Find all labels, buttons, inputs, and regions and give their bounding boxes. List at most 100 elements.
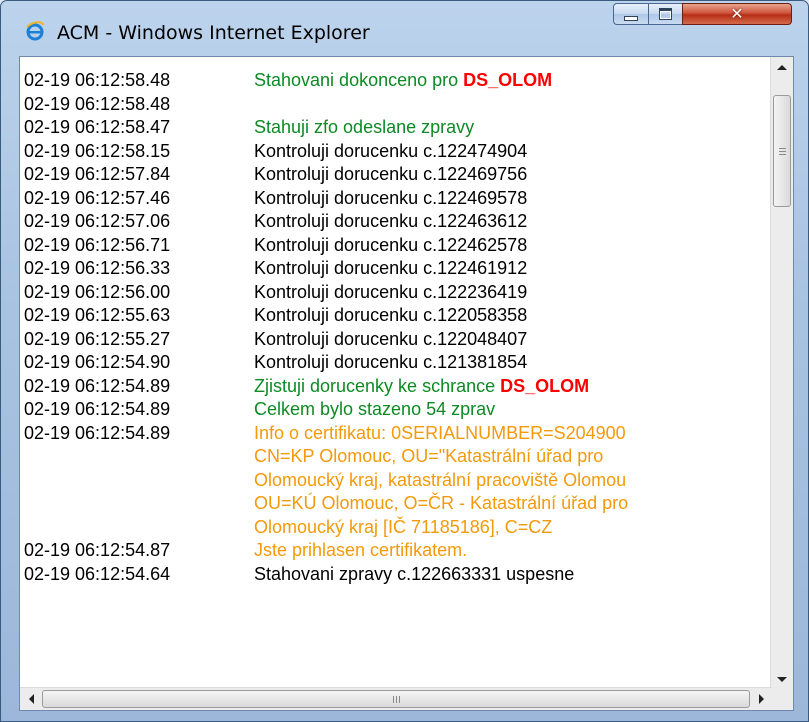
log-message: Kontroluji dorucenku c.122058358 bbox=[254, 304, 628, 328]
log-timestamp: 02-19 06:12:54.89 bbox=[24, 422, 171, 443]
log-message: Stahovani zpravy c.122663331 uspesne bbox=[254, 563, 628, 587]
log-message-text: Kontroluji dorucenku c.122462578 bbox=[254, 234, 528, 255]
log-row: 02-19 06:12:58.48 bbox=[24, 93, 628, 117]
maximize-icon bbox=[659, 8, 672, 20]
horizontal-scroll-thumb[interactable] bbox=[42, 690, 750, 708]
log-row: 02-19 06:12:57.84 Kontroluji dorucenku c.… bbox=[24, 163, 628, 187]
log-message-text: Kontroluji dorucenku c.122236419 bbox=[254, 281, 528, 302]
log-message-text: Kontroluji dorucenku c.121381854 bbox=[254, 352, 528, 372]
log-timestamp: 02-19 06:12:58.47 bbox=[24, 117, 171, 137]
log-row: 02-19 06:12:57.06 Kontroluji dorucenku c.… bbox=[24, 210, 628, 234]
close-button[interactable]: ✕ bbox=[682, 3, 792, 25]
log-row: 02-19 06:12:55.63 Kontroluji dorucenku c.… bbox=[24, 304, 628, 328]
log-timestamp: 02-19 06:12:55.27 bbox=[24, 328, 171, 349]
log-message-line: Kontroluji dorucenku c.122236419 bbox=[254, 281, 628, 305]
log-timestamp: 02-19 06:12:56.33 bbox=[24, 258, 171, 278]
log-viewport[interactable]: 02-19 06:12:58.48 Stahovani dokonceno pro… bbox=[20, 57, 772, 689]
log-message: Stahovani dokonceno pro DS_OLOM bbox=[254, 69, 628, 93]
log-timestamp: 02-19 06:12:54.89 bbox=[24, 399, 171, 419]
log-message bbox=[254, 93, 628, 117]
log-message-text: Olomoucký kraj [IČ 71185186], C=CZ bbox=[254, 516, 553, 537]
log-message-line: Kontroluji dorucenku c.122469578 bbox=[254, 187, 628, 211]
log-row: 02-19 06:12:54.89 Zjistuji dorucenky ke s… bbox=[24, 375, 628, 399]
log-message: Kontroluji dorucenku c.122469756 bbox=[254, 163, 628, 187]
vertical-scroll-thumb[interactable] bbox=[773, 95, 791, 207]
grip-icon bbox=[392, 695, 400, 703]
log-message-line: Info o certifikatu: 0SERIALNUMBER=S20490… bbox=[254, 422, 628, 446]
log-message-text: Kontroluji dorucenku c.122058358 bbox=[254, 305, 528, 325]
log-message-line: Kontroluji dorucenku c.122048407 bbox=[254, 328, 628, 352]
log-message-text: Info o certifikatu: 0SERIALNUMBER=S20490… bbox=[254, 422, 626, 443]
title-bar[interactable]: ACM - Windows Internet Explorer ✕ bbox=[1, 1, 808, 47]
log-message: Jste prihlasen certifikatem. bbox=[254, 539, 628, 563]
log-message-text: CN=KP Olomouc, OU="Katastrální úřad pro bbox=[254, 446, 604, 466]
minimize-icon bbox=[624, 15, 638, 21]
log-message-line: Olomoucký kraj, katastrální pracoviště O… bbox=[254, 469, 628, 493]
log-message-line: Kontroluji dorucenku c.122461912 bbox=[254, 257, 628, 281]
close-icon: ✕ bbox=[730, 4, 744, 23]
log-row: 02-19 06:12:55.27 Kontroluji dorucenku c.… bbox=[24, 328, 628, 352]
log-message: Kontroluji dorucenku c.122463612 bbox=[254, 210, 628, 234]
log-message-text: Stahuji zfo odeslane zpravy bbox=[254, 117, 475, 137]
page-content-area: 02-19 06:12:58.48 Stahovani dokonceno pro… bbox=[19, 56, 794, 711]
minimize-button[interactable] bbox=[613, 3, 649, 25]
log-message-text: Kontroluji dorucenku c.122474904 bbox=[254, 140, 528, 161]
log-timestamp: 02-19 06:12:57.46 bbox=[24, 187, 171, 208]
log-message-line: Zjistuji dorucenky ke schrance DS_OLOM bbox=[254, 375, 628, 399]
window-title: ACM - Windows Internet Explorer bbox=[57, 22, 370, 44]
log-message-line: Kontroluji dorucenku c.122474904 bbox=[254, 140, 628, 164]
log-message: Stahuji zfo odeslane zpravy bbox=[254, 116, 628, 140]
log-message: Kontroluji dorucenku c.122462578 bbox=[254, 234, 628, 258]
log-message-line: Celkem bylo stazeno 54 zprav bbox=[254, 398, 628, 422]
maximize-button[interactable] bbox=[648, 3, 683, 25]
log-message-line: CN=KP Olomouc, OU="Katastrální úřad pro bbox=[254, 445, 628, 469]
scroll-down-arrow-icon bbox=[777, 676, 787, 682]
scrollbar-corner bbox=[771, 688, 793, 710]
log-message-text: OU=KÚ Olomouc, O=ČR - Katastrální úřad p… bbox=[254, 493, 629, 513]
log-message-line: OU=KÚ Olomouc, O=ČR - Katastrální úřad p… bbox=[254, 492, 628, 516]
log-timestamp: 02-19 06:12:54.90 bbox=[24, 352, 171, 372]
log-message-line: Stahovani zpravy c.122663331 uspesne bbox=[254, 563, 628, 587]
log-row: 02-19 06:12:56.71 Kontroluji dorucenku c.… bbox=[24, 234, 628, 258]
log-timestamp: 02-19 06:12:57.06 bbox=[24, 211, 171, 231]
horizontal-scrollbar[interactable] bbox=[20, 687, 772, 710]
log-message-text: Kontroluji dorucenku c.122469578 bbox=[254, 187, 528, 208]
scroll-down-button[interactable] bbox=[771, 669, 793, 689]
log-message-text: Jste prihlasen certifikatem. bbox=[254, 540, 468, 560]
log-message-text: Olomoucký kraj, katastrální pracoviště O… bbox=[254, 469, 627, 490]
log-timestamp: 02-19 06:12:54.64 bbox=[24, 563, 171, 584]
scroll-right-arrow-icon bbox=[758, 694, 764, 704]
log-message: Kontroluji dorucenku c.122474904 bbox=[254, 140, 628, 164]
log-timestamp: 02-19 06:12:58.48 bbox=[24, 70, 171, 90]
databox-id-badge: DS_OLOM bbox=[463, 70, 553, 90]
log-row: 02-19 06:12:58.48 Stahovani dokonceno pro… bbox=[24, 69, 628, 93]
vertical-scrollbar[interactable] bbox=[770, 57, 793, 689]
log-message-line: Stahuji zfo odeslane zpravy bbox=[254, 116, 628, 140]
scroll-right-button[interactable] bbox=[750, 688, 772, 710]
log-timestamp: 02-19 06:12:58.15 bbox=[24, 140, 171, 161]
log-message: Info o certifikatu: 0SERIALNUMBER=S20490… bbox=[254, 422, 628, 540]
log-message: Kontroluji dorucenku c.122048407 bbox=[254, 328, 628, 352]
log-message: Kontroluji dorucenku c.122469578 bbox=[254, 187, 628, 211]
log-message-line: Kontroluji dorucenku c.121381854 bbox=[254, 351, 628, 375]
log-message-line: Olomoucký kraj [IČ 71185186], C=CZ bbox=[254, 516, 628, 540]
log-timestamp: 02-19 06:12:56.00 bbox=[24, 281, 171, 302]
log-message-text: Kontroluji dorucenku c.122461912 bbox=[254, 258, 528, 278]
log-message-line: Kontroluji dorucenku c.122463612 bbox=[254, 210, 628, 234]
log-message-text: Kontroluji dorucenku c.122469756 bbox=[254, 164, 528, 184]
log-message: Kontroluji dorucenku c.122461912 bbox=[254, 257, 628, 281]
log-message: Kontroluji dorucenku c.121381854 bbox=[254, 351, 628, 375]
log-timestamp: 02-19 06:12:58.48 bbox=[24, 93, 171, 114]
log-message-line: Kontroluji dorucenku c.122462578 bbox=[254, 234, 628, 258]
log-row: 02-19 06:12:54.89 Info o certifikatu: 0SE… bbox=[24, 422, 628, 540]
scroll-up-button[interactable] bbox=[771, 57, 793, 77]
log-message-text: Zjistuji dorucenky ke schrance bbox=[254, 375, 501, 396]
scroll-left-button[interactable] bbox=[20, 688, 42, 710]
log-message-text: Celkem bylo stazeno 54 zprav bbox=[254, 399, 496, 419]
log-row: 02-19 06:12:54.89 Celkem bylo stazeno 54 … bbox=[24, 398, 628, 422]
log-message-text: Kontroluji dorucenku c.122048407 bbox=[254, 328, 528, 349]
log-row: 02-19 06:12:58.47 Stahuji zfo odeslane zp… bbox=[24, 116, 628, 140]
log-message-text: Kontroluji dorucenku c.122463612 bbox=[254, 211, 528, 231]
log-timestamp: 02-19 06:12:57.84 bbox=[24, 164, 171, 184]
log-message-line: Kontroluji dorucenku c.122058358 bbox=[254, 304, 628, 328]
